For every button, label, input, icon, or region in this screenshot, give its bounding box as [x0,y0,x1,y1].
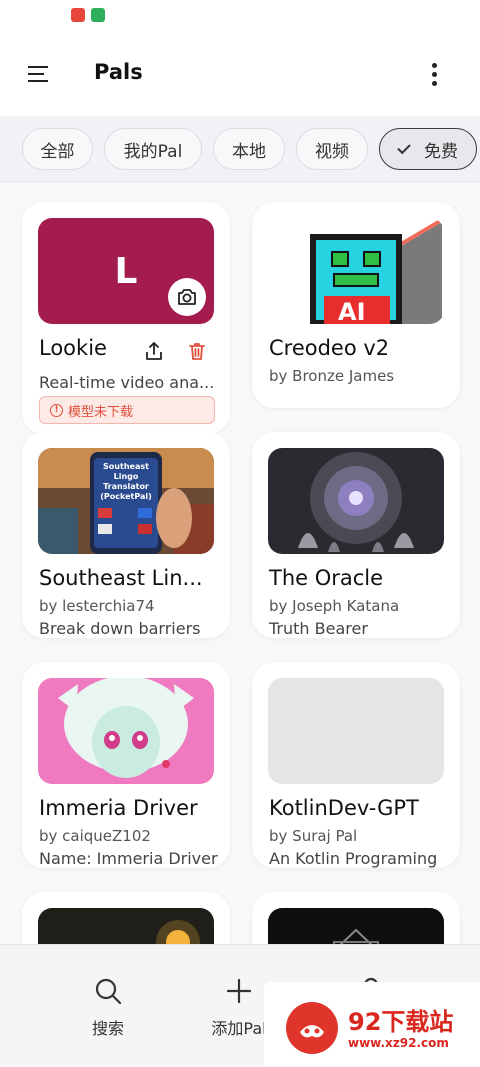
pal-description: Truth Bearer [269,619,368,638]
svg-text:AI: AI [338,298,366,324]
notification-app-icon [91,8,105,22]
pal-card[interactable]: AI Creodeo v2 by Bronze James [252,202,460,408]
badge-label: 模型未下载 [68,404,134,420]
pal-author: by Suraj Pal [269,827,358,845]
pal-title: Southeast Lin... [39,566,203,590]
pal-title: Immeria Driver [39,796,198,820]
watermark: 92下载站 www.xz92.com [264,982,480,1067]
pal-title: Lookie [39,336,107,360]
pal-author: by caiqueZ102 [39,827,151,845]
delete-icon[interactable] [186,340,208,362]
plus-icon [226,978,252,1004]
thumbnail-caption: Southeast Lingo Translator (PocketPal) [100,462,152,501]
page-title: Pals [94,60,143,84]
pal-card[interactable]: L Lookie Real-time video ana... ! 模型未下载 [22,202,230,434]
filter-chips: 全部 我的Pal 本地 视频 免费 [0,116,480,182]
alert-icon: ! [50,403,63,417]
filter-chip-all[interactable]: 全部 [22,128,93,170]
pal-thumbnail [268,448,444,554]
chip-label: 视频 [315,141,349,162]
nav-search[interactable]: 搜索 [53,945,163,1045]
pal-card[interactable]: Southeast Lingo Translator (PocketPal) S… [22,432,230,638]
pal-card[interactable]: Immeria Driver by caiqueZ102 Name: Immer… [22,662,230,868]
more-options-icon[interactable] [422,58,446,90]
pal-thumbnail-placeholder [268,678,444,784]
check-icon [397,140,411,154]
pal-author: by lesterchia74 [39,597,155,615]
pal-thumbnail [38,678,214,784]
chip-label: 免费 [424,141,458,162]
pal-description: An Kotlin Programing agent [269,849,438,868]
chip-label: 全部 [40,141,75,162]
filter-chip-my-pals[interactable]: 我的Pal [104,128,202,170]
filter-chip-local[interactable]: 本地 [213,128,285,170]
chip-label: 我的Pal [123,141,183,162]
pal-author: by Bronze James [269,367,395,385]
pal-thumbnail: AI [268,218,444,324]
menu-icon[interactable] [28,58,60,90]
search-icon [95,978,122,1005]
thumbnail-letter: L [114,250,138,292]
share-icon[interactable] [143,340,165,362]
pal-card[interactable]: The Oracle by Joseph Katana Truth Bearer [252,432,460,638]
app-header: Pals [0,36,480,116]
chip-label: 本地 [232,141,266,162]
pal-thumbnail: L [38,218,214,324]
filter-chip-free[interactable]: 免费 [379,128,477,170]
nav-label: 搜索 [91,1019,124,1038]
pal-author: by Joseph Katana [269,597,400,615]
camera-icon[interactable] [168,278,206,316]
model-not-downloaded-badge: ! 模型未下载 [39,396,215,424]
watermark-logo-icon [286,1002,338,1054]
watermark-url: www.xz92.com [348,1036,449,1050]
nav-label: 添加Pal [211,1019,267,1038]
pal-title: Creodeo v2 [269,336,390,360]
pal-title: The Oracle [269,566,384,590]
pal-description: Real-time video ana... [39,373,215,392]
filter-chip-video[interactable]: 视频 [296,128,368,170]
watermark-name: 92下载站 [348,1008,454,1036]
pal-thumbnail: Southeast Lingo Translator (PocketPal) [38,448,214,554]
notification-app-icon [71,8,85,22]
pal-title: KotlinDev-GPT [269,796,419,820]
status-bar [0,0,480,36]
pal-description: Break down barriers with the dedicated .… [39,619,201,638]
pal-description: Name: Immeria Driver (nickname: ... [39,849,218,868]
pal-card[interactable]: KotlinDev-GPT by Suraj Pal An Kotlin Pro… [252,662,460,868]
